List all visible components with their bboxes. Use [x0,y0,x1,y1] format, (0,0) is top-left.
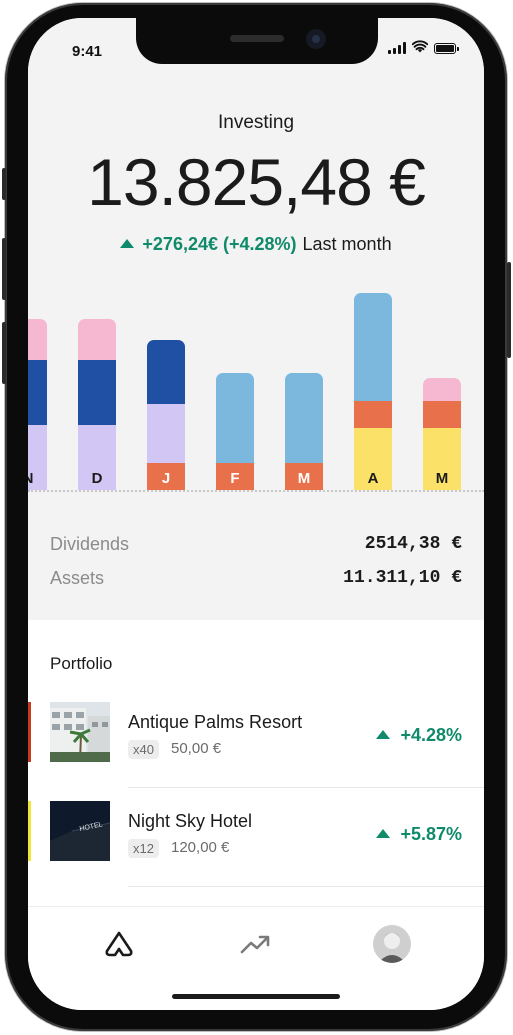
dividends-value: 2514,38 € [364,534,462,554]
bar-segment [423,378,461,401]
bar-month-label: J [162,470,170,487]
bar-month-label: F [230,470,239,487]
chart-bar[interactable]: A [354,293,392,490]
total-balance: 13.825,48 € [87,145,426,219]
assets-label: Assets [50,568,105,588]
holding-change-value: +4.28% [400,725,462,745]
chart-bar[interactable]: N [28,319,47,490]
monthly-chart: NDJFMAM [28,288,484,518]
trend-up-icon[interactable] [236,925,274,963]
home-icon[interactable] [100,925,138,963]
portfolio-heading: Portfolio [50,654,113,673]
battery-icon [434,43,459,54]
holding-quantity: x12 [128,839,159,858]
volume-up-button [2,238,6,300]
speaker-grille [230,35,284,42]
bar-segment [28,319,47,360]
chart-svg: NDJFMAM [28,293,461,490]
home-indicator [172,994,340,999]
holding-change: +5.87% [376,824,462,845]
chart-bar[interactable]: D [78,319,116,490]
chart-bar[interactable]: J [147,340,185,490]
holding-quantity: x40 [128,740,159,759]
dividends-label: Dividends [50,534,130,554]
metrics: Dividends 2514,38 € Assets 11.311,10 € [50,534,462,602]
wifi-icon [412,40,428,53]
holding-name: Antique Palms Resort [128,712,303,732]
holding-change: +4.28% [376,725,462,746]
bar-month-label: M [436,470,449,487]
chart-bar[interactable]: M [285,373,323,490]
bar-segment [354,401,392,428]
volume-down-button [2,322,6,384]
bar-month-label: D [92,470,103,487]
status-time: 9:41 [72,43,103,60]
bar-segment [78,319,116,360]
dividends-row: Dividends 2514,38 € [50,534,462,568]
mute-switch [2,168,6,200]
holding-item[interactable]: HOTEL Night Sky Hotel x12 120,00 € +5.87… [28,801,484,899]
bar-month-label: A [368,470,379,487]
power-button [507,262,511,358]
signal-icon [388,42,406,54]
chart-baseline [28,490,484,492]
holding-item[interactable]: Antique Palms Resort x40 50,00 € +4.28% [28,702,484,800]
resort-thumbnail [50,702,110,762]
assets-value: 11.311,10 € [343,568,462,588]
bar-segment [78,360,116,425]
holding-accent [28,801,31,861]
camera-icon [306,29,326,49]
holding-price: 50,00 € [171,740,222,757]
change-value: +276,24€ (+4.28%) [142,234,297,254]
page-title: Investing [217,112,295,133]
investing-summary: 9:41 Investing 13.825,48 € +276,24€ (+4.… [28,18,484,620]
status-icons [388,40,464,56]
up-arrow-icon [120,238,135,248]
holding-price: 120,00 € [171,839,230,856]
bar-segment [285,373,323,463]
chart-bar[interactable]: F [216,373,254,490]
bar-segment [423,401,461,428]
change-period: Last month [302,234,392,254]
up-arrow-icon [376,828,391,838]
bar-segment [147,340,185,404]
hotel-thumbnail: HOTEL [50,801,110,861]
divider [128,886,484,887]
assets-row: Assets 11.311,10 € [50,568,462,602]
bar-segment [147,404,185,463]
divider [128,787,484,788]
bar-segment [28,360,47,425]
bar-month-label: N [28,470,33,487]
holding-accent [28,702,31,762]
holding-name: Night Sky Hotel [128,811,253,831]
bar-segment [216,373,254,463]
app-screen: 9:41 Investing 13.825,48 € +276,24€ (+4.… [28,18,484,1010]
up-arrow-icon [376,729,391,739]
holding-change-value: +5.87% [400,824,462,844]
chart-bar[interactable]: M [423,378,461,490]
bar-month-label: M [298,470,311,487]
avatar[interactable] [373,925,411,963]
bar-segment [354,293,392,401]
notch [136,18,378,64]
balance-change: +276,24€ (+4.28%) Last month [28,234,484,255]
